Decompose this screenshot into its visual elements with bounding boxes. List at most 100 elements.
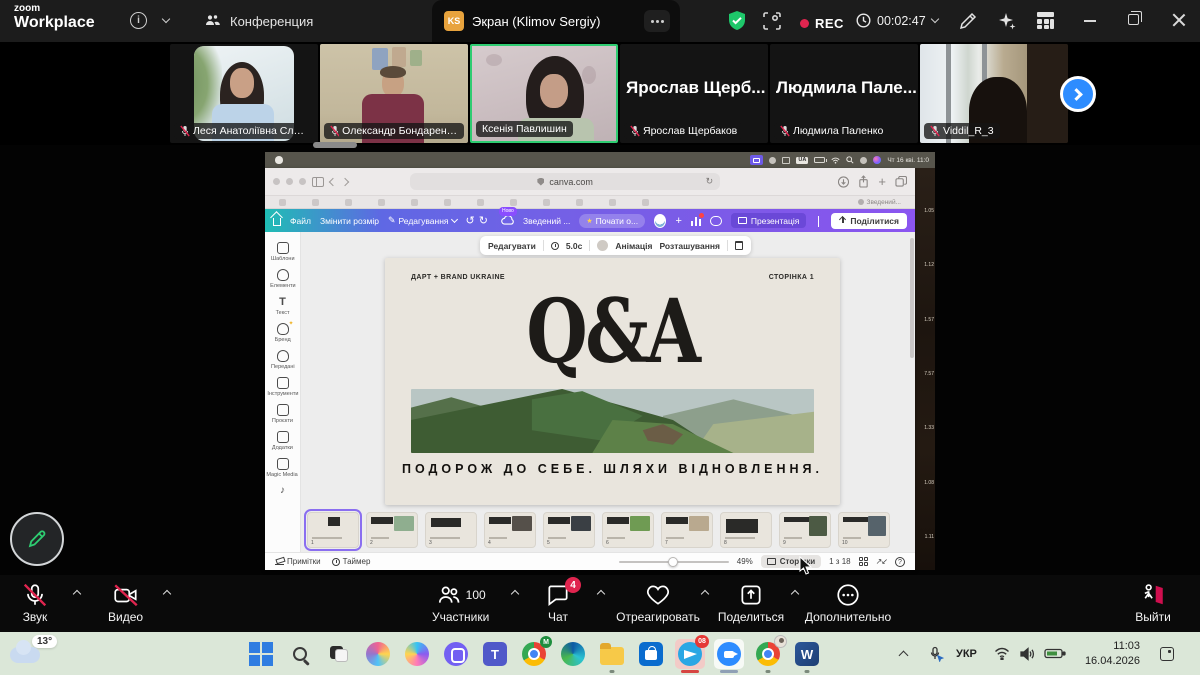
animate-button[interactable]: Анімація — [615, 241, 652, 251]
notes-button[interactable]: Примітки — [275, 557, 321, 566]
word-app[interactable]: W — [792, 639, 822, 669]
duration-value[interactable]: 5.0с — [566, 241, 583, 251]
taskbar-search[interactable] — [285, 639, 315, 669]
address-bar[interactable]: canva.com ↻ — [410, 173, 720, 190]
bookmark-favicon[interactable] — [642, 199, 649, 206]
canva-file-menu[interactable]: Файл — [290, 216, 311, 226]
timer-button[interactable]: Таймер — [332, 557, 371, 566]
fullscreen-icon[interactable]: ↗↙ — [876, 557, 887, 566]
chat-button[interactable]: 4 Чат — [545, 582, 571, 624]
more-button[interactable]: Дополнительно — [800, 582, 896, 624]
bookmark-favicon[interactable] — [609, 199, 616, 206]
collaborator-avatar[interactable] — [654, 214, 666, 228]
audio-note-icon[interactable]: ♪ — [280, 485, 285, 496]
bookmark-favicon[interactable] — [477, 199, 484, 206]
help-icon[interactable]: ? — [895, 557, 905, 567]
microsoft-store[interactable] — [636, 639, 666, 669]
canva-editing-menu[interactable]: ✎ Редагування — [388, 215, 457, 226]
share-icon[interactable] — [858, 175, 869, 188]
next-participants-arrow[interactable] — [1060, 76, 1096, 112]
annotate-pencil-icon[interactable] — [958, 11, 978, 31]
edge-app[interactable] — [558, 639, 588, 669]
share-screen-button[interactable]: Поделиться — [712, 582, 790, 624]
apps-grid-icon[interactable] — [1036, 11, 1055, 30]
delete-icon[interactable] — [735, 241, 743, 250]
edit-button[interactable]: Редагувати — [488, 241, 536, 251]
view-layout-icon[interactable] — [763, 12, 781, 30]
slide-thumbnail[interactable]: 1 — [307, 512, 359, 548]
position-button[interactable]: Розташування — [659, 241, 720, 251]
back-icon[interactable] — [329, 177, 337, 185]
traffic-light-zoom[interactable] — [299, 178, 306, 185]
bookmark-favicon[interactable] — [510, 199, 517, 206]
slide-thumbnail[interactable]: 5 — [543, 512, 595, 548]
canva-home-icon[interactable] — [273, 218, 281, 226]
chrome-profile-app[interactable] — [753, 639, 783, 669]
sidebar-toggle-icon[interactable] — [312, 177, 324, 187]
wifi-icon[interactable] — [831, 157, 840, 164]
start-button[interactable] — [246, 639, 276, 669]
video-tile-viddil[interactable]: Viddil_R_3 — [920, 44, 1068, 143]
security-shield-icon[interactable] — [727, 10, 747, 31]
close-button[interactable] — [1172, 12, 1186, 26]
canva-start-button[interactable]: ★ Почати о... — [579, 214, 645, 228]
copilot-app[interactable] — [402, 639, 432, 669]
task-view[interactable] — [324, 639, 354, 669]
menubar-display-icon[interactable] — [782, 157, 790, 164]
paint-app[interactable] — [363, 639, 393, 669]
document-name[interactable]: Зведений ... — [523, 216, 570, 226]
video-tile-lyudmila[interactable]: Людмила Пале... Людмила Паленко — [770, 44, 918, 143]
audio-button[interactable]: Звук — [22, 582, 48, 624]
new-tab-icon[interactable]: + — [878, 174, 886, 189]
video-tile-yaroslav[interactable]: Ярослав Щерб... Ярослав Щербаков — [620, 44, 768, 143]
ai-companion-icon[interactable] — [997, 11, 1017, 31]
language-indicator[interactable]: УКР — [956, 632, 977, 675]
tray-mic-icon[interactable] — [928, 632, 944, 675]
forward-icon[interactable] — [341, 177, 349, 185]
video-options-chevron[interactable] — [163, 590, 171, 598]
zoom-slider[interactable] — [619, 561, 729, 563]
canva-resize-menu[interactable]: Змінити розмір — [320, 216, 379, 226]
sidebar-item-magic-media[interactable]: Magic Media — [265, 456, 301, 480]
taskbar-clock[interactable]: 11:0316.04.2026 — [1068, 632, 1140, 675]
menubar-status-icon[interactable] — [769, 157, 776, 164]
traffic-light-close[interactable] — [273, 178, 280, 185]
sidebar-item-projects[interactable]: Проєкти — [265, 402, 301, 426]
tab-conference[interactable]: Конференция — [204, 0, 313, 42]
siri-icon[interactable] — [873, 156, 881, 164]
chat-options-chevron[interactable] — [597, 590, 605, 598]
insights-chart-icon[interactable] — [691, 216, 702, 226]
slide-thumbnail[interactable]: 6 — [602, 512, 654, 548]
bookmark-favicon[interactable] — [312, 199, 319, 206]
sidebar-item-apps[interactable]: Додатки — [265, 429, 301, 453]
battery-tray-icon[interactable] — [1044, 632, 1066, 675]
chrome-app[interactable]: M — [519, 639, 549, 669]
slide-caption[interactable]: ПОДОРОЖ ДО СЕБЕ. ШЛЯХИ ВІДНОВЛЕННЯ. — [385, 462, 840, 476]
annotation-fab[interactable] — [10, 512, 64, 566]
meeting-timer[interactable]: 00:02:47 — [856, 13, 938, 28]
sidebar-item-brand[interactable]: ✦Бренд — [265, 321, 301, 345]
mac-clock[interactable]: Чт 16 кві. 11:0 — [887, 157, 929, 164]
audio-options-chevron[interactable] — [73, 590, 81, 598]
comments-icon[interactable] — [710, 216, 721, 226]
sidebar-item-templates[interactable]: Шаблони — [265, 240, 301, 264]
sidebar-item-text[interactable]: TТекст — [265, 294, 301, 318]
present-options-chevron[interactable] — [815, 214, 822, 228]
share-options-chevron[interactable] — [791, 590, 799, 598]
video-tile-kseniya-active-speaker[interactable]: Ксенія Павлишин — [470, 44, 618, 143]
tab-overview-icon[interactable] — [895, 176, 907, 187]
restore-button[interactable] — [1128, 14, 1139, 25]
video-tile-lesya[interactable]: Леся Анатоліївна Сла... — [170, 44, 318, 143]
video-button[interactable]: Видео — [108, 582, 143, 624]
telegram-app-active[interactable]: 08 — [675, 639, 705, 669]
bookmark-favicon[interactable] — [345, 199, 352, 206]
bookmark-favicon[interactable] — [444, 199, 451, 206]
sidebar-item-tools[interactable]: Інструменти — [265, 375, 301, 399]
bookmark-favicon[interactable] — [576, 199, 583, 206]
slide-thumbnail[interactable]: 7 — [661, 512, 713, 548]
meeting-info-icon[interactable]: i — [130, 12, 147, 29]
react-button[interactable]: Отреагировать — [612, 582, 704, 624]
slide-mountain-photo[interactable] — [411, 389, 814, 453]
slide-thumbnail[interactable]: 4 — [484, 512, 536, 548]
download-icon[interactable] — [838, 176, 849, 188]
